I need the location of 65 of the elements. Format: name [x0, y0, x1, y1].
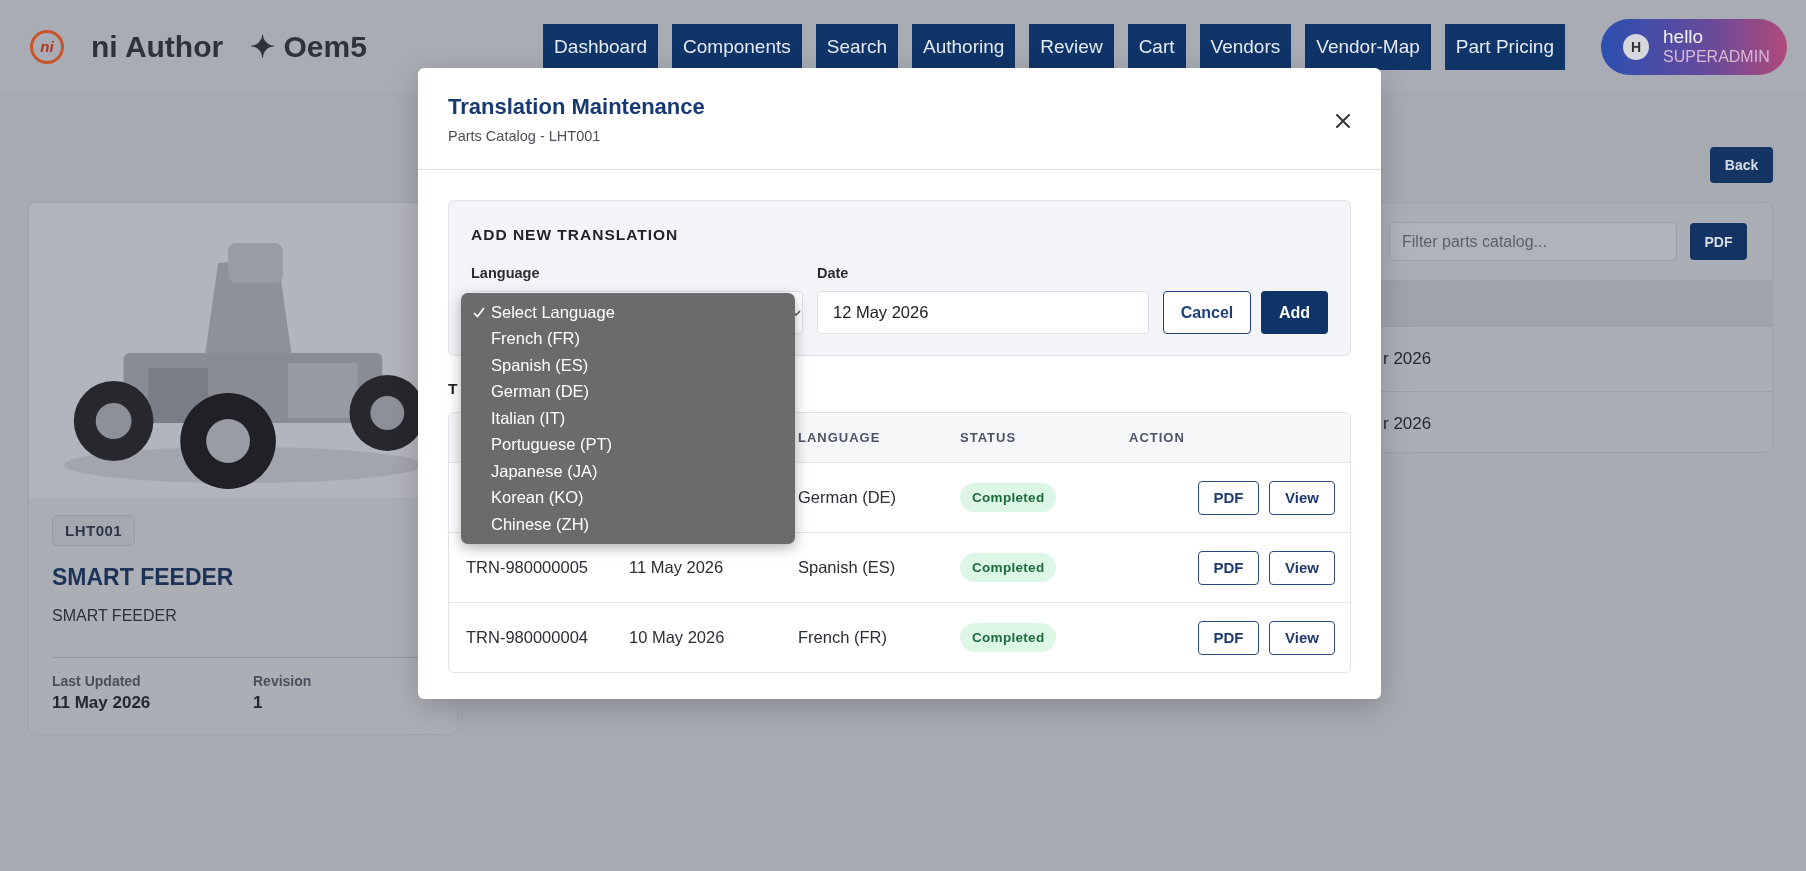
dialog-title: Translation Maintenance — [448, 93, 705, 120]
avatar: H — [1623, 33, 1649, 60]
status-badge: Completed — [960, 553, 1057, 582]
back-button[interactable]: Back — [1710, 147, 1773, 183]
dropdown-option[interactable]: French (FR) — [461, 325, 795, 352]
app-name: ni Author — [91, 29, 224, 64]
column-header: STATUS — [960, 430, 1018, 445]
pdf-button[interactable]: PDF — [1198, 480, 1259, 515]
view-button[interactable]: View — [1269, 620, 1335, 655]
field-label: Language — [471, 265, 541, 281]
logo: ni — [30, 29, 64, 64]
dropdown-option[interactable]: Chinese (ZH) — [461, 511, 795, 538]
add-button[interactable]: Add — [1261, 291, 1328, 334]
nav-button[interactable]: Search — [815, 23, 898, 70]
dropdown-option[interactable]: Japanese (JA) — [461, 458, 795, 485]
part-code: LHT001 — [52, 515, 136, 546]
user-role: SUPERADMIN — [1663, 48, 1770, 66]
nav-button[interactable]: Dashboard — [543, 23, 659, 70]
nav-button[interactable]: Authoring — [912, 23, 1016, 70]
dropdown-option[interactable]: Korean (KO) — [461, 484, 795, 511]
nav-button[interactable]: Vendor-Map — [1305, 23, 1431, 70]
table-cell: 11 May 2026 — [629, 558, 724, 576]
section-heading: ADD NEW TRANSLATION — [471, 226, 680, 244]
table-cell: TRN-980000004 — [466, 628, 588, 646]
meta-label: Revision — [253, 673, 313, 689]
table-cell: TRN-980000005 — [466, 558, 588, 576]
part-title: SMART FEEDER — [52, 564, 235, 591]
section-heading: T — [448, 380, 459, 399]
dropdown-option[interactable]: Spanish (ES) — [461, 352, 795, 379]
nav-button[interactable]: Part Pricing — [1444, 23, 1565, 70]
meta-label: Last Updated — [52, 673, 142, 689]
dialog-subtitle: Parts Catalog - LHT001 — [448, 127, 602, 144]
nav-button[interactable]: Review — [1029, 23, 1114, 70]
cancel-button[interactable]: Cancel — [1163, 291, 1251, 334]
meta-value: 1 — [253, 693, 264, 713]
user-greeting: hello — [1663, 27, 1704, 49]
table-cell: Spanish (ES) — [798, 558, 896, 576]
table-cell: French (FR) — [798, 628, 887, 646]
pdf-button[interactable]: PDF — [1198, 620, 1259, 655]
part-subtitle: SMART FEEDER — [52, 607, 178, 625]
table-cell: German (DE) — [798, 488, 897, 506]
tenant-name: ✦ Oem5 — [250, 29, 367, 64]
nav-button[interactable]: Vendors — [1199, 23, 1292, 70]
filter-field[interactable]: Filter parts catalog... — [1389, 222, 1677, 261]
dropdown-option[interactable]: Italian (IT) — [461, 405, 795, 432]
nav-button[interactable]: Components — [672, 23, 802, 70]
view-button[interactable]: View — [1269, 480, 1335, 515]
dropdown-option[interactable]: Select Language — [461, 299, 795, 326]
pdf-button[interactable]: PDF — [1690, 223, 1747, 260]
dropdown-option[interactable]: German (DE) — [461, 378, 795, 405]
dropdown-option[interactable]: Portuguese (PT) — [461, 431, 795, 458]
nav-button[interactable]: Cart — [1127, 23, 1186, 70]
user-menu[interactable]: H hello SUPERADMIN — [1601, 18, 1787, 75]
view-button[interactable]: View — [1269, 550, 1335, 585]
date-field[interactable]: 12 May 2026 — [817, 291, 1149, 334]
table-cell: r 2026 — [1383, 349, 1432, 369]
status-badge: Completed — [960, 483, 1057, 512]
meta-value: 11 May 2026 — [52, 693, 152, 713]
table-cell: 10 May 2026 — [629, 628, 725, 646]
pdf-button[interactable]: PDF — [1198, 550, 1259, 585]
field-label: Date — [817, 265, 850, 281]
column-header: LANGUAGE — [798, 430, 882, 445]
status-badge: Completed — [960, 623, 1057, 652]
column-header: ACTION — [1129, 430, 1186, 445]
table-cell: r 2026 — [1383, 414, 1432, 434]
